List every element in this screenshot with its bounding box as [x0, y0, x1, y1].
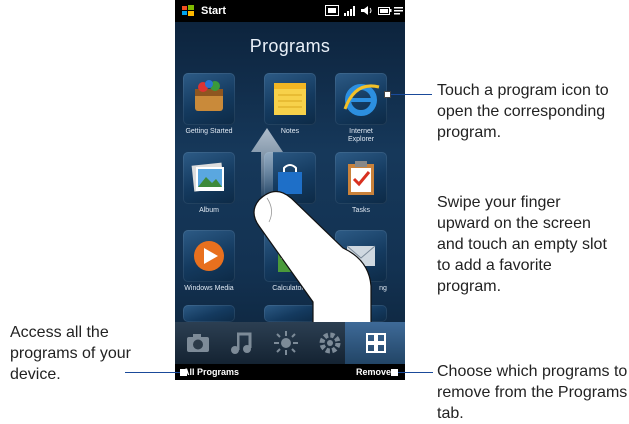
access-all-callout-dot [180, 369, 187, 376]
tab-programs[interactable] [361, 328, 391, 358]
internet-explorer-icon [343, 84, 380, 116]
phone-screen: Start Programs Getting Started Notes Int… [175, 0, 405, 380]
touch-icon-callout-dot [384, 91, 391, 98]
getting-started-tile[interactable] [183, 73, 235, 125]
album-icon [191, 162, 225, 192]
internet-explorer-label: Internet Explorer [347, 128, 375, 143]
music-note-icon [231, 332, 252, 354]
notes-icon [274, 83, 306, 115]
signal-icon [344, 6, 355, 16]
partial-tile-1[interactable] [183, 305, 235, 322]
sun-icon [274, 331, 298, 355]
softkey-bar: All Programs Remove [175, 364, 405, 380]
touch-icon-callout: Touch a program icon to open the corresp… [437, 82, 609, 141]
home-tab-bar [175, 322, 405, 364]
programs-grid-icon [366, 333, 386, 353]
camera-icon [187, 334, 209, 352]
remove-callout-line [393, 372, 433, 373]
notes-tile[interactable] [264, 73, 316, 125]
album-tile[interactable] [183, 152, 235, 204]
internet-explorer-tile[interactable] [335, 73, 387, 125]
touch-icon-callout-line [388, 94, 432, 95]
status-bar: Start [175, 0, 405, 22]
3g-icon [325, 5, 339, 16]
tab-photos[interactable] [183, 328, 213, 358]
all-programs-softkey[interactable]: All Programs [183, 367, 239, 377]
menu-icon[interactable] [394, 4, 404, 17]
gear-icon [319, 332, 341, 354]
tab-settings[interactable] [315, 328, 345, 358]
tab-music[interactable] [227, 328, 257, 358]
tab-weather[interactable] [271, 328, 301, 358]
getting-started-label: Getting Started [185, 128, 233, 135]
windows-media-label: Windows Media [184, 285, 234, 292]
start-label[interactable]: Start [201, 5, 226, 17]
volume-icon [361, 6, 372, 15]
remove-callout-dot [391, 369, 398, 376]
page-title: Programs [249, 36, 331, 56]
getting-started-icon [195, 80, 223, 111]
access-all-callout: Access all the programs of your device. [10, 324, 131, 383]
windows-media-icon [194, 241, 224, 271]
swipe-callout: Swipe your finger upward on the screen a… [437, 194, 607, 295]
windows-media-tile[interactable] [183, 230, 235, 282]
remove-softkey[interactable]: Remove [356, 367, 391, 377]
windows-start-icon[interactable] [181, 4, 195, 18]
remove-callout: Choose which programs to remove from the… [437, 363, 628, 422]
album-label: Album [199, 207, 219, 214]
battery-icon [378, 7, 392, 15]
